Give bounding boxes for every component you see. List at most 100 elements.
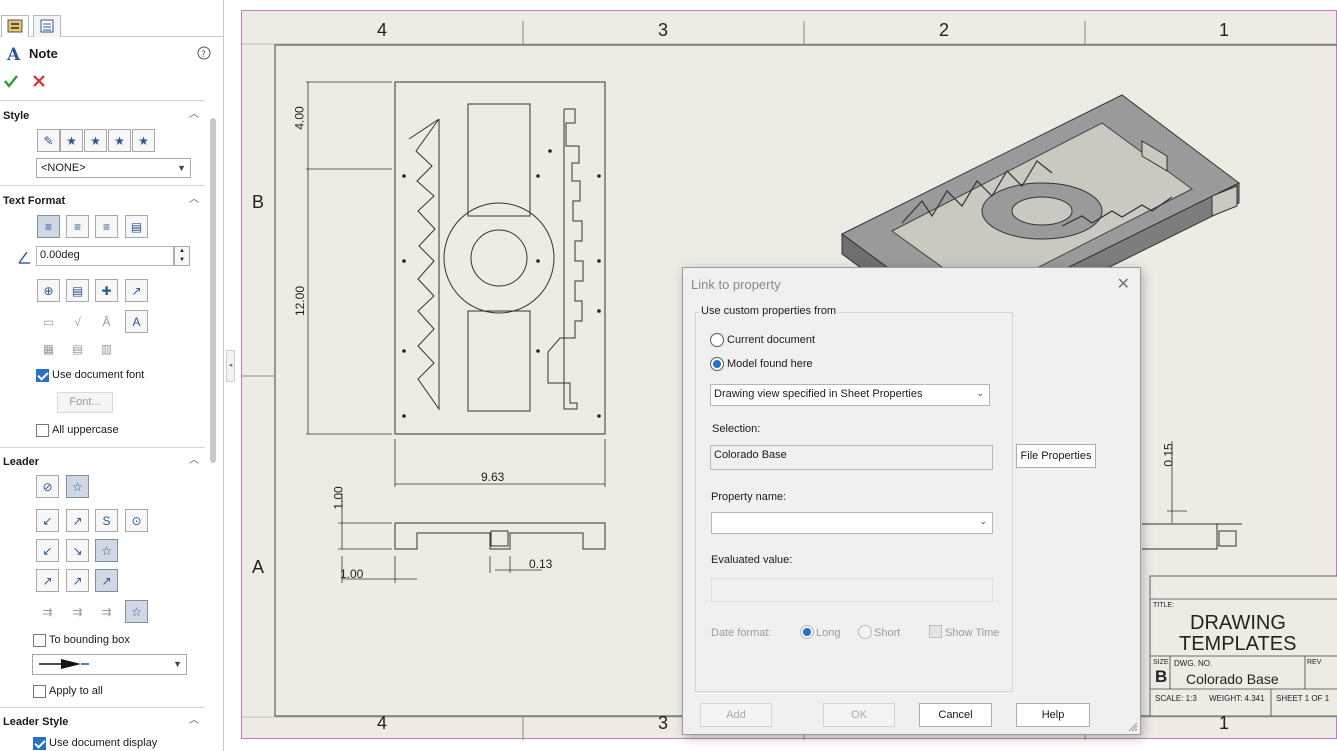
leader-underline-auto-button[interactable]: ☆	[125, 600, 148, 623]
justify-button[interactable]: ▤	[125, 215, 148, 238]
apply-to-all-checkbox[interactable]	[33, 685, 46, 698]
note-icon: A	[6, 45, 21, 63]
dimension-text[interactable]: 9.63	[481, 470, 504, 484]
show-time-checkbox[interactable]	[929, 625, 942, 638]
feature-tree-icon	[40, 19, 54, 33]
date-short-label: Short	[874, 627, 901, 639]
load-style-button[interactable]: ★	[132, 129, 155, 152]
insert-hyperlink-button[interactable]: ⊕	[37, 279, 60, 302]
insert-geometric-tolerance-button[interactable]: ▭	[37, 310, 60, 333]
leader-underline-right-button[interactable]: ⇉	[95, 600, 118, 623]
date-long-label: Long	[816, 627, 841, 639]
dimension-text[interactable]: 4.00	[293, 106, 307, 129]
save-style-button[interactable]: ★	[108, 129, 131, 152]
divider	[0, 447, 205, 448]
insert-surface-finish-button[interactable]: √	[66, 310, 89, 333]
stack-note-button[interactable]: A	[125, 310, 148, 333]
align-right-button[interactable]: ≡	[95, 215, 118, 238]
insert-table-button[interactable]: ▦	[37, 337, 60, 360]
checkmark-icon[interactable]	[4, 74, 18, 88]
to-bounding-box-label: To bounding box	[49, 634, 130, 646]
style-dropdown[interactable]: <NONE> ▼	[36, 158, 191, 178]
model-found-here-radio[interactable]	[710, 357, 724, 371]
link-to-property-button[interactable]: ▤	[66, 279, 89, 302]
arrow-style-icon	[39, 659, 89, 669]
angle-spinner[interactable]: ▲ ▼	[174, 246, 190, 266]
ok-button[interactable]: OK	[823, 703, 895, 727]
no-leader-button[interactable]: ⊘	[36, 475, 59, 498]
current-document-radio[interactable]	[710, 333, 724, 347]
bent-leader-button[interactable]: ↗	[66, 509, 89, 532]
leader-underline-middle-button[interactable]: ⇉	[66, 600, 89, 623]
model-source-dropdown[interactable]: Drawing view specified in Sheet Properti…	[710, 384, 990, 406]
apply-to-all-label: Apply to all	[49, 685, 103, 697]
delete-style-button[interactable]: ★	[84, 129, 107, 152]
date-long-radio[interactable]	[800, 625, 814, 639]
leader-middle-button[interactable]: ↗	[66, 569, 89, 592]
feature-tree-tab[interactable]	[33, 15, 61, 37]
to-bounding-box-checkbox[interactable]	[33, 634, 46, 647]
chevron-up-icon[interactable]: ︿	[188, 109, 200, 121]
group-label: Use custom properties from	[699, 305, 839, 317]
leader-right-button[interactable]: ↘	[66, 539, 89, 562]
help-button[interactable]: Help	[1016, 703, 1090, 727]
arrow-style-dropdown[interactable]: ▼	[32, 654, 187, 675]
leader-bottom-button[interactable]: ↗	[95, 569, 118, 592]
angle-input[interactable]: 0.00deg	[36, 246, 174, 266]
rev-label: REV	[1307, 659, 1322, 666]
auto-leader-button[interactable]: ☆	[66, 475, 89, 498]
panel-scrollbar[interactable]	[210, 118, 216, 463]
dimension-text[interactable]: 12.00	[293, 286, 307, 316]
dimension-text[interactable]: 1.00	[332, 486, 346, 509]
align-left-button[interactable]: ≡	[37, 215, 60, 238]
insert-hole-callout-button[interactable]: ▥	[95, 337, 118, 360]
straight-leader-button[interactable]: ↙	[36, 509, 59, 532]
leader-style-section-title: Leader Style	[3, 716, 69, 728]
chevron-up-icon[interactable]: ︿	[188, 194, 200, 206]
property-manager-tab[interactable]	[1, 15, 29, 37]
property-manager: A Note ? Style ︿ ✎ ★ ★ ★ ★ <NONE> ▼ Text…	[0, 0, 224, 751]
property-name-label: Property name:	[711, 491, 787, 503]
zone-label-row: B	[252, 192, 265, 212]
balloon-leader-button[interactable]: ⊙	[125, 509, 148, 532]
chevron-down-icon: ⌄	[979, 516, 987, 526]
spline-leader-button[interactable]: S	[95, 509, 118, 532]
cancel-button[interactable]: Cancel	[919, 703, 992, 727]
insert-datum-feature-button[interactable]: Ā	[95, 310, 118, 333]
use-document-font-checkbox[interactable]	[36, 369, 49, 382]
align-center-button[interactable]: ≡	[66, 215, 89, 238]
apply-style-button[interactable]: ✎	[37, 129, 60, 152]
file-properties-button[interactable]: File Properties	[1016, 444, 1096, 468]
dimension-text[interactable]: 0.13	[529, 557, 552, 571]
close-icon[interactable]: ✕	[1117, 274, 1130, 294]
date-short-radio[interactable]	[858, 625, 872, 639]
resize-grip-icon[interactable]	[1128, 722, 1138, 732]
property-manager-icon	[7, 19, 23, 33]
dimension-text[interactable]: 0.15	[1162, 443, 1176, 466]
use-document-display-checkbox[interactable]	[33, 737, 46, 750]
all-uppercase-checkbox[interactable]	[36, 424, 49, 437]
chevron-up-icon[interactable]: ︿	[188, 715, 200, 727]
size-value: B	[1155, 667, 1168, 686]
leader-top-button[interactable]: ↗	[36, 569, 59, 592]
leader-nearest-button[interactable]: ☆	[95, 539, 118, 562]
lock-unlock-note-button[interactable]: ↗	[125, 279, 148, 302]
add-symbol-button[interactable]: ✚	[95, 279, 118, 302]
leader-underline-left-button[interactable]: ⇉	[36, 600, 59, 623]
zone-label-bottom: 3	[658, 713, 669, 733]
chevron-down-icon: ▼	[173, 659, 182, 669]
zone-label-top: 4	[377, 20, 388, 40]
divider	[0, 707, 205, 708]
leader-left-button[interactable]: ↙	[36, 539, 59, 562]
chevron-up-icon[interactable]: ︿	[188, 455, 200, 467]
font-button[interactable]: Font...	[57, 392, 113, 413]
panel-splitter[interactable]: ◂	[226, 350, 235, 382]
dimension-text[interactable]: 1.00	[340, 567, 363, 581]
link-to-property-dialog: Link to property ✕ Use custom properties…	[682, 267, 1141, 735]
insert-weld-button[interactable]: ▤	[66, 337, 89, 360]
add-style-button[interactable]: ★	[60, 129, 83, 152]
add-button[interactable]: Add	[700, 703, 772, 727]
property-name-dropdown[interactable]: ⌄	[711, 512, 993, 534]
x-icon[interactable]	[33, 75, 45, 87]
help-icon[interactable]: ?	[197, 46, 211, 60]
